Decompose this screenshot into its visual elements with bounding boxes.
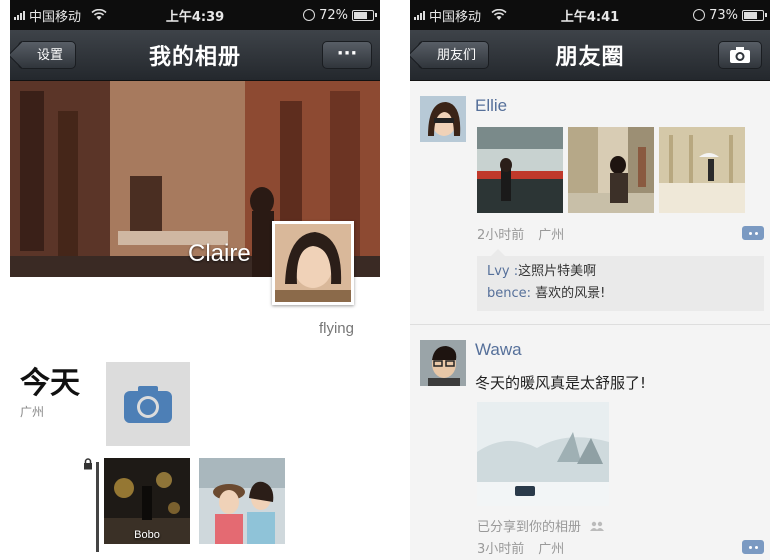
battery-percent: 72%	[319, 7, 348, 23]
more-button[interactable]: ···	[322, 41, 372, 69]
nav-bar: 设置 我的相册 ···	[10, 30, 380, 81]
photo-thumbnail[interactable]: Bobo	[104, 458, 190, 544]
post-location[interactable]: 广州	[538, 542, 564, 557]
photo-image	[477, 127, 563, 213]
battery-percent: 73%	[709, 7, 738, 23]
share-note: 已分享到你的相册	[477, 516, 605, 535]
status-bar: 中国移动 上午4:41 73%	[410, 0, 770, 30]
battery-icon	[352, 9, 377, 21]
photo-image	[477, 402, 609, 506]
comment-box: Lvy :这照片特美啊 bence: 喜欢的风景!	[477, 249, 764, 311]
user-avatar[interactable]	[420, 96, 466, 142]
comment-text: 喜欢的风景!	[535, 286, 606, 301]
orientation-lock-icon	[693, 9, 706, 21]
comment-row: bence: 喜欢的风景!	[487, 283, 754, 305]
nav-bar: 朋友们 朋友圈	[410, 30, 770, 81]
day-location: 广州	[20, 405, 45, 419]
post-meta: 3小时前 广州	[477, 538, 564, 557]
user-avatar[interactable]	[420, 340, 466, 386]
settings-back-button[interactable]: 设置	[18, 41, 77, 69]
post-meta: 2小时前 广州	[477, 224, 564, 243]
comment-button[interactable]	[742, 540, 764, 554]
comment-author[interactable]: bence	[487, 286, 527, 301]
comment-button[interactable]	[742, 226, 764, 240]
timeline-bar	[96, 462, 99, 552]
post-photo-button[interactable]	[718, 41, 762, 69]
camera-icon	[730, 47, 750, 63]
post-location[interactable]: 广州	[538, 228, 564, 243]
moments-screen: 中国移动 上午4:41 73% 朋友们 朋友圈 Ellie 2小时前 广州 Lv…	[410, 0, 770, 560]
status-bar: 中国移动 上午4:39 72%	[10, 0, 380, 30]
avatar	[420, 340, 466, 386]
post-photo[interactable]	[477, 127, 563, 213]
user-name[interactable]: Ellie	[475, 96, 507, 116]
album-screen: 中国移动 上午4:39 72% 设置 我的相册 ··· Claire flyin…	[10, 0, 380, 560]
page-title: 朋友圈	[555, 45, 625, 70]
page-title: 我的相册	[148, 45, 241, 70]
profile-avatar[interactable]	[272, 221, 354, 305]
post-text: 冬天的暖风真是太舒服了!	[475, 374, 647, 392]
comment-separator: :	[526, 286, 536, 301]
day-label: 今天	[20, 366, 80, 401]
avatar	[420, 96, 466, 142]
photo-image	[199, 458, 285, 544]
post-photo[interactable]	[568, 127, 654, 213]
photo-image	[568, 127, 654, 213]
profile-signature: flying	[318, 320, 354, 337]
photo-image	[659, 127, 745, 213]
comment-text: 这照片特美啊	[518, 264, 597, 279]
camera-icon	[124, 386, 172, 423]
post-photo[interactable]	[659, 127, 745, 213]
user-name[interactable]: Wawa	[475, 340, 522, 360]
comment-separator: :	[509, 264, 519, 279]
battery-icon	[742, 9, 767, 21]
comment-author[interactable]: Lvy	[487, 264, 510, 279]
post-time: 3小时前	[477, 542, 525, 557]
lock-icon	[84, 458, 92, 470]
comment-row: Lvy :这照片特美啊	[487, 261, 754, 283]
friends-back-button[interactable]: 朋友们	[418, 41, 490, 69]
post-time: 2小时前	[477, 228, 525, 243]
avatar	[275, 224, 351, 302]
post-divider	[410, 324, 770, 325]
orientation-lock-icon	[303, 9, 316, 21]
add-photo-button[interactable]	[106, 362, 190, 446]
photo-caption: Bobo	[134, 529, 160, 541]
photo-thumbnail[interactable]	[199, 458, 285, 544]
owner-name: Claire	[188, 240, 251, 267]
post-photo[interactable]	[477, 402, 609, 506]
group-icon	[590, 521, 605, 531]
